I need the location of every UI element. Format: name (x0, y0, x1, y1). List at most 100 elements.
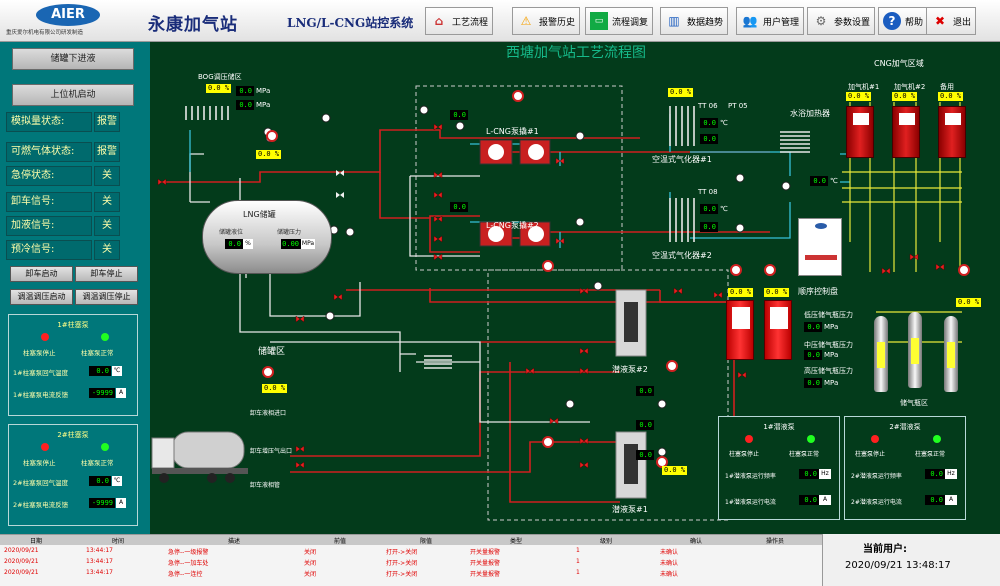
table-row[interactable]: 2020/09/21 13:44:17 急停--一连控 关闭 打开->关闭 开关… (0, 568, 822, 578)
tt08-label: TT 08 (698, 188, 718, 196)
col-limit: 限值 (420, 538, 433, 545)
storage-zone-label: 储罐区 (258, 347, 286, 357)
gas-cylinder-1 (874, 316, 888, 392)
house-icon: ⌂ (434, 14, 444, 28)
tt08-value: 0.0 (700, 204, 718, 214)
tank-pressure-value: 0.00 (281, 239, 301, 249)
submerged-pump-2-temp: 0.0 (636, 420, 654, 430)
pump2-temp-value: 0.0 (89, 476, 111, 486)
seq-low-value: 0.0 (804, 322, 822, 332)
pressure-start-button[interactable]: 调温调压启动 (10, 289, 73, 305)
tt06-unit: ℃ (720, 119, 728, 127)
pump2-title: 2#柱塞泵 (57, 431, 89, 439)
table-row[interactable]: 2020/09/21 13:44:17 急停--一加车处 关闭 打开->关闭 开… (0, 557, 822, 567)
alarm-table-header: 日期 时间 描述 前值 限值 类型 级别 确认 操作员 (0, 535, 822, 545)
bog-pressure-value: 0.0 (236, 86, 254, 96)
sp1-freq-value: 0.0 (799, 469, 819, 479)
left-control-panel: 储罐下进液 上位机启动 模拟量状态: 报警 可燃气体状态: 报警 急停状态: 关… (0, 42, 150, 534)
sp2-stop-label: 柱塞泵停止 (855, 451, 886, 458)
pump1-current-value: -9999 (89, 388, 115, 398)
vaporizer-2-label: 空温式气化器#2 (652, 251, 712, 260)
seq-mid-unit: MPa (824, 351, 839, 359)
analog-status-value: 报警 (94, 112, 120, 132)
fill-signal-label: 加液信号: (6, 216, 92, 236)
data-trend-button[interactable]: ▥ 数据趋势 (660, 7, 729, 35)
exit-button[interactable]: ✖ 退出 (926, 7, 977, 35)
water-heater-unit: ℃ (830, 177, 838, 185)
pump2-temp-unit: ℃ (112, 476, 122, 486)
control-panel-stripe (805, 255, 837, 260)
pump1-temp-label: 1#柱塞泵回气温度 (13, 369, 69, 377)
sp1-stop-label: 柱塞泵停止 (729, 451, 760, 458)
pump1-normal-indicator (101, 333, 109, 341)
process-title: 西塘加气站工艺流程图 (506, 45, 646, 61)
sp2-current-value: 0.0 (925, 495, 945, 505)
unload-stop-button[interactable]: 卸车停止 (75, 266, 138, 282)
monitor-icon: ▭ (590, 12, 608, 30)
lcng-temp-1: 0.0 (450, 110, 468, 120)
sp2-freq-unit: Hz (945, 469, 957, 479)
cng-dispenser-2[interactable] (892, 106, 920, 158)
col-level: 级别 (600, 538, 613, 545)
bog-pressure-unit-2: MPa (256, 101, 271, 109)
process-flow-button[interactable]: ⌂ 工艺流程 (425, 7, 494, 35)
water-heater-temp: 0.0 (810, 176, 828, 186)
control-panel-label: 顺序控制盘 (798, 287, 838, 296)
unload-signal-value: 关 (94, 192, 120, 212)
line-level: 0.0 % (256, 150, 282, 159)
lng-dispenser-2[interactable] (764, 300, 792, 360)
parameter-settings-button[interactable]: ⚙ 参数设置 (807, 7, 876, 35)
pump2-normal-indicator (101, 443, 109, 451)
table-row[interactable]: 2020/09/21 13:44:17 急停--一级报警 关闭 打开->关闭 开… (0, 546, 822, 556)
pump2-current-unit: A (116, 498, 126, 508)
pump1-temp-unit: ℃ (112, 366, 122, 376)
sp2-normal-indicator (933, 435, 941, 443)
sp2-normal-label: 柱塞泵正常 (915, 451, 946, 458)
seq-high-label: 高压储气瓶压力 (804, 367, 853, 375)
dispenser-3-level: 0.0 % (938, 92, 964, 101)
sp1-freq-unit: Hz (819, 469, 831, 479)
pump2-stop-indicator (41, 443, 49, 451)
cylinder-zone-label: 储气瓶区 (900, 399, 928, 407)
help-button[interactable]: ? 帮助 (878, 7, 929, 35)
top-toolbar: AIER 重庆爱尔机电有限公司研发制造 永康加气站 LNG/L-CNG站控系统 … (0, 0, 1000, 42)
sp1-normal-label: 柱塞泵正常 (789, 451, 820, 458)
tank-level-label: 储罐液位 (219, 229, 244, 236)
company-logo: AIER (36, 4, 100, 26)
sp2-current-unit: A (945, 495, 957, 505)
unload-pipe-label: 卸车液相管 (250, 482, 281, 489)
gas-status-value: 报警 (94, 142, 120, 162)
host-start-button[interactable]: 上位机启动 (12, 84, 134, 106)
unload-start-button[interactable]: 卸车启动 (10, 266, 73, 282)
pressure-stop-button[interactable]: 调温调压停止 (75, 289, 138, 305)
station-name: 永康加气站 (148, 15, 238, 35)
control-panel-logo-icon (815, 223, 827, 229)
tank-bottom-inlet-button[interactable]: 储罐下进液 (12, 48, 134, 70)
lng-dispenser-1[interactable] (726, 300, 754, 360)
tank-level-unit: % (243, 239, 253, 249)
sp2-title: 2#潜液泵 (889, 423, 921, 431)
current-user-label: 当前用户: (863, 544, 907, 555)
alarm-history-button[interactable]: ⚠ 报警历史 (512, 7, 581, 35)
sp2-stop-indicator (871, 435, 879, 443)
seq-high-unit: MPa (824, 379, 839, 387)
exit-icon: ✖ (934, 14, 946, 28)
bog-pressure-unit: MPa (256, 87, 271, 95)
flow-review-button[interactable]: ▭ 流程调复 (585, 7, 654, 35)
lcng-temp-2: 0.0 (450, 202, 468, 212)
help-icon: ? (883, 12, 901, 30)
tank-title: LNG储罐 (243, 210, 276, 219)
pump2-temp-label: 2#柱塞泵回气温度 (13, 479, 69, 487)
alarm-table[interactable]: 日期 时间 描述 前值 限值 类型 级别 确认 操作员 2020/09/21 1… (0, 534, 822, 586)
company-name: 重庆爱尔机电有限公司研发制造 (6, 30, 84, 36)
cng-dispenser-3[interactable] (938, 106, 966, 158)
col-prev: 前值 (334, 538, 347, 545)
col-type: 类型 (510, 538, 523, 545)
bog-pressure-value-2: 0.0 (236, 100, 254, 110)
cng-dispenser-1[interactable] (846, 106, 874, 158)
user-management-button[interactable]: 👥 用户管理 (736, 7, 805, 35)
estop-status-value: 关 (94, 166, 120, 186)
sequence-control-panel[interactable] (798, 218, 842, 276)
tank-pressure-label: 储罐压力 (277, 229, 302, 236)
sp1-normal-indicator (807, 435, 815, 443)
